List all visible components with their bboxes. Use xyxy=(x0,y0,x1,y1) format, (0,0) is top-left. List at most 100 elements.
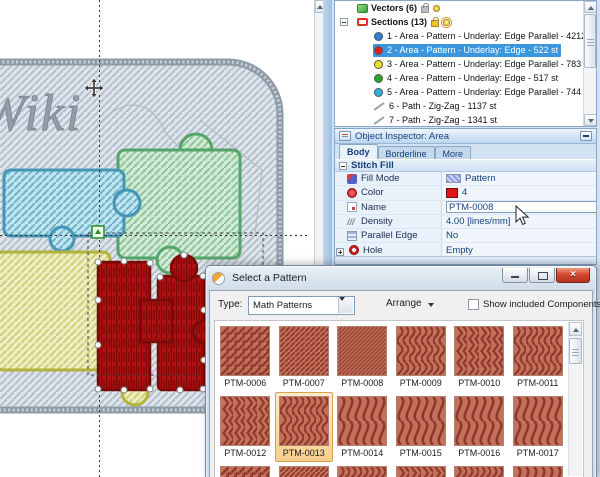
sections-label: Sections (13) xyxy=(371,15,427,29)
pattern-cell[interactable]: PTM-0008 xyxy=(333,322,392,392)
object-inspector-panel: Object Inspector: Area Body Borderline M… xyxy=(334,128,597,265)
inspector-title: Object Inspector: Area xyxy=(355,131,449,142)
pattern-grid-scrollbar[interactable] xyxy=(568,322,582,476)
scroll-up-button[interactable] xyxy=(584,1,597,13)
type-label: Type: xyxy=(218,299,242,310)
scroll-down-button[interactable] xyxy=(584,114,597,126)
tree-item-section-4[interactable]: 4 - Area - Pattern - Underlay: Edge - 51… xyxy=(335,71,596,85)
object-inspector-header: Object Inspector: Area xyxy=(335,129,596,144)
property-row-density[interactable]: ///Density 4.00 [lines/mm] xyxy=(335,215,596,229)
close-button[interactable]: × xyxy=(556,268,590,283)
tree-item-label: 1 - Area - Pattern - Underlay: Edge Para… xyxy=(387,29,596,43)
pattern-cell[interactable] xyxy=(392,462,451,477)
pattern-type-select[interactable]: Math Patterns xyxy=(248,296,355,315)
scroll-thumb[interactable] xyxy=(569,338,582,364)
vectors-label: Vectors (6) xyxy=(371,1,417,15)
tab-more[interactable]: More xyxy=(435,146,472,159)
pattern-cell[interactable] xyxy=(450,462,509,477)
select-pattern-dialog: Select a Pattern × Type: Math Patterns A… xyxy=(205,265,597,477)
property-row-color[interactable]: Color 4 xyxy=(335,186,596,200)
pattern-cell[interactable] xyxy=(275,462,334,477)
scroll-up-button[interactable] xyxy=(569,322,582,336)
color-swatch[interactable] xyxy=(446,188,458,198)
expand-hole-icon[interactable] xyxy=(336,248,344,256)
property-row-parallel-edge[interactable]: Parallel Edge No xyxy=(335,229,596,243)
property-row-name[interactable]: Name PTM-0008 xyxy=(335,201,596,215)
pattern-grid[interactable]: PTM-0006 PTM-0007 PTM-0008 PTM-0009 PTM-… xyxy=(214,320,584,477)
tab-borderline[interactable]: Borderline xyxy=(378,146,435,159)
vectors-icon xyxy=(357,4,368,13)
collapse-group-icon[interactable] xyxy=(339,162,347,170)
arrange-dropdown[interactable]: Arrange xyxy=(386,298,434,309)
pattern-cell[interactable]: PTM-0010 xyxy=(450,322,509,392)
density-icon: /// xyxy=(347,217,357,227)
pattern-cell[interactable]: PTM-0009 xyxy=(392,322,451,392)
pattern-cell[interactable] xyxy=(216,462,275,477)
tree-node-vectors[interactable]: Vectors (6) xyxy=(335,1,596,15)
tree-item-section-7[interactable]: 7 - Path - Zig-Zag - 1341 st xyxy=(335,113,596,127)
inspector-icon xyxy=(339,131,351,141)
tree-item-section-6[interactable]: 6 - Path - Zig-Zag - 1137 st xyxy=(335,99,596,113)
name-input[interactable]: PTM-0008 xyxy=(446,201,597,213)
pattern-cell[interactable]: PTM-0017 xyxy=(509,392,568,462)
property-row-fill-mode[interactable]: Fill Mode Pattern xyxy=(335,172,596,186)
dialog-body: Type: Math Patterns Arrange Show include… xyxy=(209,290,593,477)
collapse-expander-icon[interactable] xyxy=(340,18,348,26)
checkbox-box[interactable] xyxy=(468,299,479,310)
next-group-header-clipped xyxy=(335,256,596,264)
tree-item-section-2[interactable]: 2 - Area - Pattern - Underlay: Edge - 52… xyxy=(335,43,596,57)
type-selected-value: Math Patterns xyxy=(253,300,312,311)
name-icon xyxy=(347,202,357,212)
lock-icon[interactable] xyxy=(421,6,429,13)
section-color-icon xyxy=(374,88,383,97)
pattern-cell[interactable]: PTM-0014 xyxy=(333,392,392,462)
inspector-tabs: Body Borderline More xyxy=(335,144,596,159)
pattern-cell[interactable]: PTM-0015 xyxy=(392,392,451,462)
tab-body[interactable]: Body xyxy=(339,144,378,159)
pattern-cell[interactable]: PTM-0011 xyxy=(509,322,568,392)
visibility-icon[interactable] xyxy=(443,19,450,26)
dialog-title: Select a Pattern xyxy=(232,272,307,284)
hole-icon xyxy=(349,245,359,255)
dropdown-arrow-icon xyxy=(338,298,353,313)
pattern-cell[interactable]: PTM-0016 xyxy=(450,392,509,462)
arrange-label: Arrange xyxy=(386,298,422,309)
dialog-icon xyxy=(212,272,225,285)
dropdown-arrow-icon xyxy=(428,303,434,307)
color-icon xyxy=(347,188,357,198)
tree-item-label: 6 - Path - Zig-Zag - 1137 st xyxy=(389,99,496,113)
fill-mode-icon xyxy=(347,174,357,184)
pattern-cell[interactable]: PTM-0012 xyxy=(216,392,275,462)
dialog-titlebar[interactable]: Select a Pattern × xyxy=(206,266,596,290)
section-color-icon xyxy=(374,74,383,83)
tree-item-label: 7 - Path - Zig-Zag - 1341 st xyxy=(389,113,497,127)
show-components-checkbox[interactable]: Show included Components only xyxy=(468,299,600,310)
tree-scrollbar[interactable] xyxy=(583,1,596,126)
sections-tree[interactable]: Vectors (6) Sections (13) 1 - Area - Pat… xyxy=(334,0,597,127)
parallel-edge-icon xyxy=(347,231,357,241)
visibility-icon[interactable] xyxy=(433,5,440,12)
minimize-panel-button[interactable] xyxy=(580,131,592,141)
pattern-cell[interactable] xyxy=(509,462,568,477)
group-label: Stitch Fill xyxy=(351,160,394,171)
tree-item-section-1[interactable]: 1 - Area - Pattern - Underlay: Edge Para… xyxy=(335,29,596,43)
entry-point-marker xyxy=(92,226,104,238)
tree-node-sections[interactable]: Sections (13) xyxy=(335,15,596,29)
pattern-row-1: PTM-0006 PTM-0007 PTM-0008 PTM-0009 PTM-… xyxy=(216,322,568,392)
tree-item-section-3[interactable]: 3 - Area - Pattern - Underlay: Edge Para… xyxy=(335,57,596,71)
lock-icon[interactable] xyxy=(431,20,439,27)
path-icon xyxy=(374,102,385,111)
section-color-icon xyxy=(374,46,383,55)
pattern-cell[interactable]: PTM-0007 xyxy=(275,322,334,392)
pattern-cell-selected[interactable]: PTM-0013 xyxy=(275,392,334,462)
scroll-thumb[interactable] xyxy=(584,14,596,68)
tree-item-section-5[interactable]: 5 - Area - Pattern - Underlay: Edge Para… xyxy=(335,85,596,99)
pattern-swatch-icon xyxy=(446,174,461,183)
sections-icon xyxy=(357,18,368,26)
pattern-cell[interactable]: PTM-0006 xyxy=(216,322,275,392)
stitch-fill-group-header[interactable]: Stitch Fill xyxy=(335,159,596,172)
maximize-button[interactable] xyxy=(529,268,555,283)
app-window: Wiki xyxy=(0,0,600,477)
pattern-cell[interactable] xyxy=(333,462,392,477)
minimize-button[interactable] xyxy=(502,268,528,283)
